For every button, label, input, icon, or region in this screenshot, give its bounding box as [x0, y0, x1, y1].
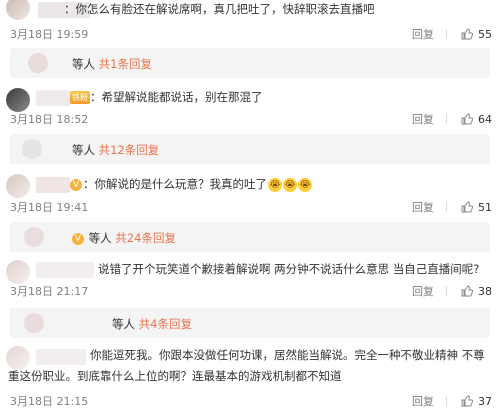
view-replies-link[interactable]: 共24条回复 — [115, 231, 176, 245]
avatar — [24, 313, 44, 333]
comment-actions: 回复 55 — [412, 26, 492, 42]
like-count: 55 — [478, 27, 492, 41]
view-replies-link[interactable]: 共12条回复 — [99, 143, 160, 157]
sub-reply-users: 等人 — [72, 143, 95, 157]
v-badge-icon: V — [70, 178, 82, 191]
sub-reply-box[interactable]: 等人 共1条回复 — [10, 48, 490, 78]
sub-reply-users: 等人 — [72, 57, 95, 71]
avatar — [28, 53, 48, 73]
view-replies-link[interactable]: 共1条回复 — [99, 57, 152, 71]
sub-reply-users: 等人 — [112, 317, 135, 331]
avatar[interactable] — [6, 174, 30, 198]
comment-actions: 回复 37 — [412, 393, 492, 409]
thumbs-up-icon[interactable] — [461, 113, 473, 125]
comment-actions: 回复 64 — [412, 111, 492, 127]
like-count: 51 — [478, 200, 492, 214]
divider — [446, 29, 447, 39]
sub-reply-box[interactable]: V 等人 共24条回复 — [10, 222, 490, 252]
like-count: 37 — [478, 394, 492, 408]
comment-date: 3月18日 18:52 — [10, 113, 89, 126]
divider — [446, 114, 447, 124]
comment-text-wrapper: V ：你解说的是什么玩意？我真的吐了 😭 😭 😭 — [70, 174, 312, 195]
comment-date: 3月18日 19:41 — [10, 201, 89, 214]
sub-reply-summary[interactable]: 等人 共4条回复 — [112, 316, 192, 332]
username-blurred[interactable] — [36, 90, 70, 106]
reply-button[interactable]: 回复 — [412, 111, 434, 127]
comment-date: 3月18日 21:17 — [10, 285, 89, 298]
reply-button[interactable]: 回复 — [412, 26, 434, 42]
sub-reply-box[interactable]: 等人 共4条回复 — [10, 308, 490, 338]
v-badge-icon: V — [72, 232, 84, 245]
comment-text: 你能逗死我。你跟本没做任何功课，居然能当解说。完全一种不敬业精神 不尊重这份职业… — [8, 348, 485, 383]
comment-text: ：你解说的是什么玩意？我真的吐了 — [83, 177, 267, 191]
crying-emoji-icon: 😭 — [268, 177, 282, 192]
avatar[interactable] — [6, 0, 30, 20]
comment-actions: 回复 51 — [412, 199, 492, 215]
divider — [446, 396, 447, 406]
comment-actions: 回复 38 — [412, 283, 492, 299]
avatar — [22, 139, 42, 159]
comment-text: 说错了开个玩笑道个歉接着解说啊 两分钟不说话什么意思 当自己直播间呢? — [98, 262, 480, 276]
view-replies-link[interactable]: 共4条回复 — [139, 317, 192, 331]
thumbs-up-icon[interactable] — [461, 201, 473, 213]
avatar[interactable] — [6, 260, 30, 284]
username-blurred[interactable] — [36, 262, 94, 278]
sub-reply-summary[interactable]: 等人 共1条回复 — [72, 56, 152, 72]
divider — [446, 202, 447, 212]
comment-text: ：你怎么有脸还在解说席啊，真几把吐了，快辞职滚去直播吧 — [64, 2, 375, 16]
reply-button[interactable]: 回复 — [412, 283, 434, 299]
sub-reply-users: 等人 — [88, 231, 112, 245]
comment-text: ：希望解说能都说话，别在那混了 — [90, 90, 263, 104]
sub-reply-summary[interactable]: 等人 共12条回复 — [72, 142, 159, 158]
avatar[interactable] — [6, 88, 30, 112]
crying-emoji-icon: 😭 — [283, 177, 297, 192]
thumbs-up-icon[interactable] — [461, 285, 473, 297]
sub-reply-box[interactable]: 等人 共12条回复 — [10, 134, 490, 164]
like-count: 64 — [478, 112, 492, 126]
divider — [446, 286, 447, 296]
comment-date: 3月18日 21:15 — [10, 395, 89, 408]
thumbs-up-icon[interactable] — [461, 395, 473, 407]
comment-text-wrapper: 铁粉 ：希望解说能都说话，别在那混了 — [70, 87, 263, 108]
username-blurred[interactable] — [36, 177, 70, 193]
sub-reply-summary[interactable]: V 等人 共24条回复 — [72, 230, 176, 246]
fan-badge: 铁粉 — [70, 91, 90, 104]
reply-button[interactable]: 回复 — [412, 199, 434, 215]
avatar — [24, 227, 44, 247]
reply-button[interactable]: 回复 — [412, 393, 434, 409]
like-count: 38 — [478, 284, 492, 298]
crying-emoji-icon: 😭 — [298, 177, 312, 192]
comment-date: 3月18日 19:59 — [10, 28, 89, 41]
thumbs-up-icon[interactable] — [461, 28, 473, 40]
